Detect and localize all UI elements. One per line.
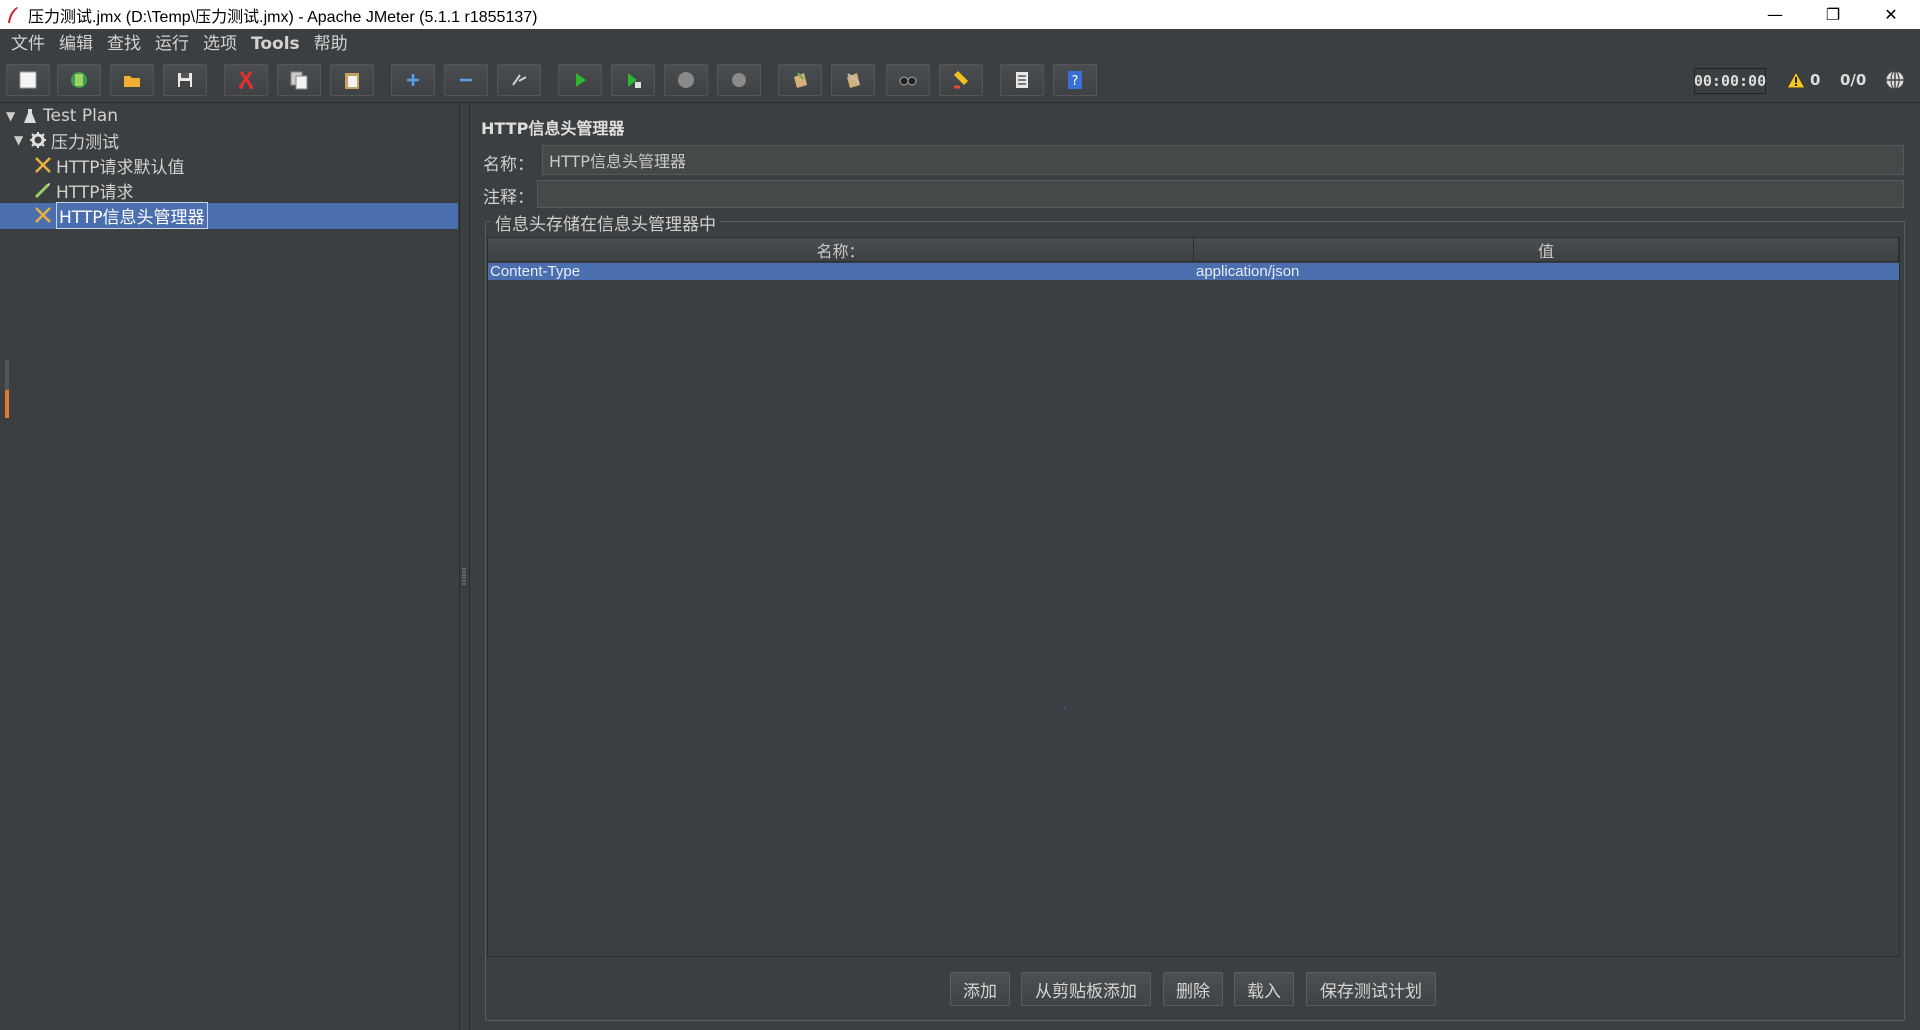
menu-options[interactable]: 选项 xyxy=(196,29,244,59)
toggle-button[interactable] xyxy=(497,64,541,96)
function-helper-icon xyxy=(1016,72,1028,88)
minimize-button[interactable]: — xyxy=(1746,0,1804,29)
window-title: 压力测试.jmx (D:\Temp\压力测试.jmx) - Apache JMe… xyxy=(28,8,538,26)
tree-node-http-defaults[interactable]: HTTP请求默认值 xyxy=(34,153,185,178)
toolbar: ? xyxy=(0,59,1920,103)
expand-all-button[interactable] xyxy=(391,64,435,96)
menu-bar: 文件 编辑 查找 运行 选项 Tools 帮助 xyxy=(0,29,1920,59)
split-pane-divider[interactable] xyxy=(460,104,470,1030)
toggle-icon xyxy=(512,74,527,86)
shutdown-button[interactable] xyxy=(717,64,761,96)
tree-label: HTTP请求 xyxy=(56,182,134,203)
cut-button[interactable] xyxy=(224,64,268,96)
table-cell-name[interactable]: Content-Type xyxy=(488,263,1194,280)
copy-icon xyxy=(290,71,308,90)
load-button[interactable]: 载入 xyxy=(1234,972,1294,1006)
save-test-plan-button[interactable]: 保存测试计划 xyxy=(1306,972,1436,1006)
maximize-button[interactable]: ❐ xyxy=(1804,0,1862,29)
paste-button[interactable] xyxy=(330,64,374,96)
headers-table: 名称： 值 Content-Type application/json xyxy=(487,237,1900,957)
start-no-pauses-button[interactable] xyxy=(611,64,655,96)
open-icon xyxy=(124,76,140,87)
menu-file[interactable]: 文件 xyxy=(4,29,52,59)
start-icon xyxy=(576,73,586,87)
reset-search-button[interactable] xyxy=(939,64,983,96)
paste-icon xyxy=(345,73,359,89)
delete-button[interactable]: 删除 xyxy=(1163,972,1223,1006)
warning-icon[interactable] xyxy=(1786,71,1806,89)
table-cell-value[interactable]: application/json xyxy=(1194,263,1899,280)
svg-text:?: ? xyxy=(1072,74,1079,89)
editor-title: HTTP信息头管理器 xyxy=(481,119,625,138)
warning-count: 0 xyxy=(1810,71,1821,89)
new-icon xyxy=(19,71,37,89)
tree-label: HTTP信息头管理器 xyxy=(56,201,208,229)
sampler-icon xyxy=(34,181,52,199)
menu-edit[interactable]: 编辑 xyxy=(52,29,100,59)
menu-search[interactable]: 查找 xyxy=(100,29,148,59)
help-button[interactable]: ? xyxy=(1053,64,1097,96)
copy-button[interactable] xyxy=(277,64,321,96)
test-plan-tree xyxy=(0,104,460,1030)
stop-button[interactable] xyxy=(664,64,708,96)
clear-button[interactable] xyxy=(778,64,822,96)
elapsed-timer: 00:00:00 xyxy=(1694,68,1766,94)
templates-button[interactable] xyxy=(57,64,101,96)
tree-node-thread-group[interactable]: ▼ 压力测试 xyxy=(14,128,119,153)
stray-pixel xyxy=(1064,707,1066,709)
active-threads: 0/0 xyxy=(1840,71,1867,89)
help-icon: ? xyxy=(1068,71,1082,89)
tree-scroll-marker-accent xyxy=(5,390,9,418)
expand-icon xyxy=(407,74,419,86)
remote-globe-icon[interactable] xyxy=(1884,69,1906,91)
tree-label: Test Plan xyxy=(43,106,119,126)
config-element-icon xyxy=(34,156,52,174)
search-icon xyxy=(899,76,917,86)
menu-run[interactable]: 运行 xyxy=(148,29,196,59)
open-button[interactable] xyxy=(110,64,154,96)
jmeter-feather-icon xyxy=(8,6,18,23)
menu-tools[interactable]: Tools xyxy=(244,29,307,59)
shutdown-icon xyxy=(732,73,746,87)
tree-label: 压力测试 xyxy=(51,132,119,153)
tree-node-header-manager[interactable]: HTTP信息头管理器 xyxy=(34,201,208,229)
tree-label: HTTP请求默认值 xyxy=(56,157,185,178)
thread-group-icon xyxy=(29,131,47,149)
collapse-all-button[interactable] xyxy=(444,64,488,96)
start-no-pause-icon xyxy=(628,73,641,88)
expand-arrow-icon[interactable]: ▼ xyxy=(6,109,18,123)
add-from-clipboard-button[interactable]: 从剪贴板添加 xyxy=(1021,972,1151,1006)
close-button[interactable]: ✕ xyxy=(1862,0,1920,29)
cut-icon xyxy=(239,71,253,89)
header-store-group-title: 信息头存储在信息头管理器中 xyxy=(491,210,720,235)
reset-search-icon xyxy=(954,71,968,89)
comment-field[interactable] xyxy=(537,180,1904,208)
stop-icon xyxy=(678,72,694,88)
add-button[interactable]: 添加 xyxy=(950,972,1010,1006)
function-helper-button[interactable] xyxy=(1000,64,1044,96)
name-field[interactable]: HTTP信息头管理器 xyxy=(542,145,1904,175)
save-icon xyxy=(178,73,192,87)
tree-node-test-plan[interactable]: ▼ Test Plan xyxy=(6,104,118,128)
search-button[interactable] xyxy=(886,64,930,96)
templates-icon xyxy=(71,72,87,88)
save-button[interactable] xyxy=(163,64,207,96)
comment-label: 注释： xyxy=(483,188,534,208)
new-button[interactable] xyxy=(6,64,50,96)
collapse-icon xyxy=(460,78,472,82)
clear-all-icon xyxy=(847,73,860,88)
config-element-icon xyxy=(34,206,52,224)
window-titlebar: 压力测试.jmx (D:\Temp\压力测试.jmx) - Apache JMe… xyxy=(0,0,1920,29)
column-header-name[interactable]: 名称： xyxy=(488,238,1194,262)
clear-icon xyxy=(794,72,807,88)
name-label: 名称： xyxy=(483,155,534,175)
expand-arrow-icon[interactable]: ▼ xyxy=(14,133,26,147)
column-header-value[interactable]: 值 xyxy=(1194,238,1899,262)
start-button[interactable] xyxy=(558,64,602,96)
tree-node-http-request[interactable]: HTTP请求 xyxy=(34,178,134,203)
menu-help[interactable]: 帮助 xyxy=(307,29,355,59)
clear-all-button[interactable] xyxy=(831,64,875,96)
test-plan-icon xyxy=(21,107,39,125)
splitter-grip-icon[interactable] xyxy=(461,568,467,586)
